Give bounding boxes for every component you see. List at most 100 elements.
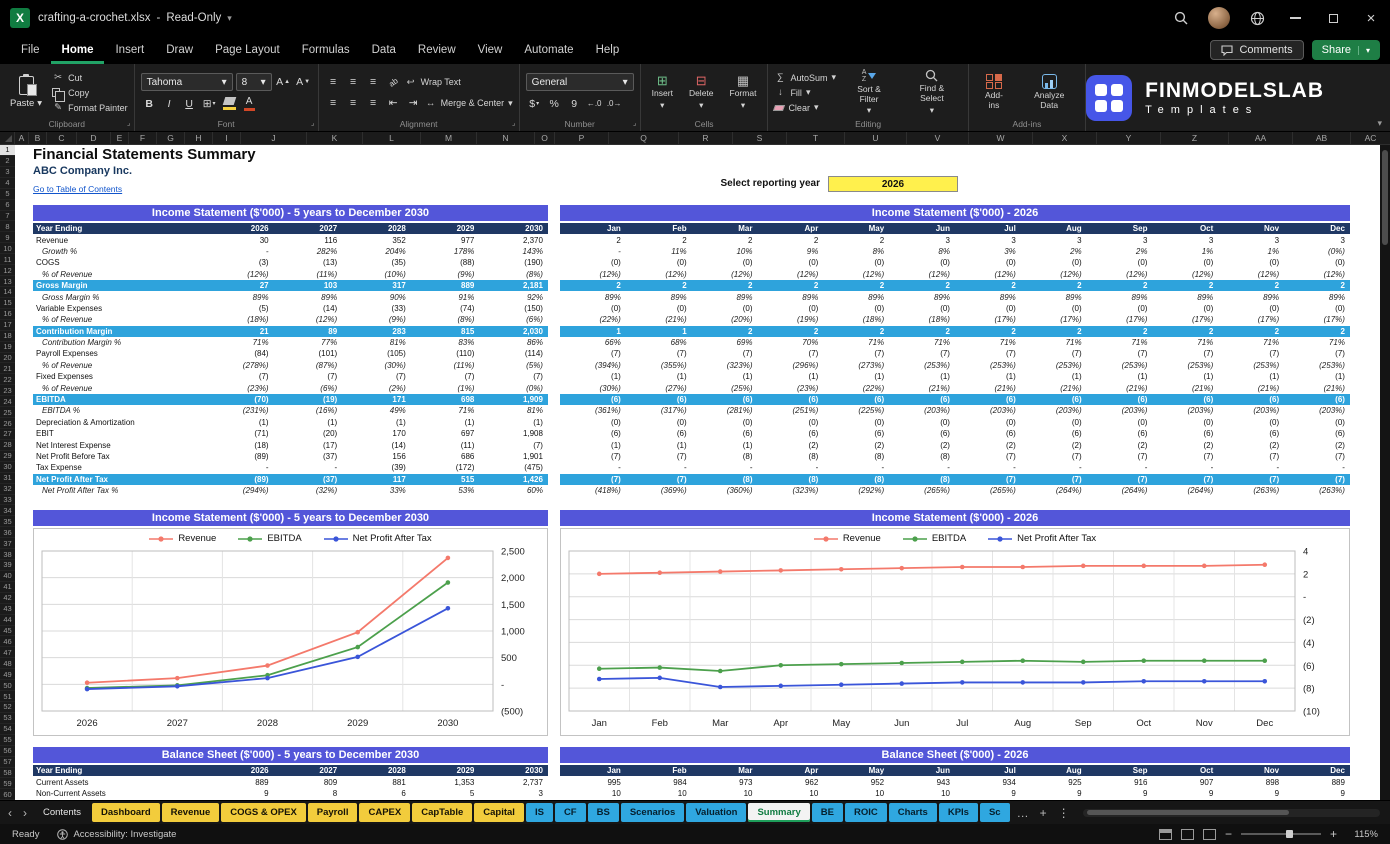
cell[interactable]: (1) [757,372,823,381]
cell[interactable]: 977 [411,236,480,245]
cell[interactable]: (1%) [411,384,480,393]
row-header-54[interactable]: 54 [0,724,15,735]
cell[interactable]: (21%) [1284,384,1350,393]
sheet-tab-valuation[interactable]: Valuation [686,803,747,822]
cell[interactable]: Current Assets [33,778,205,787]
menu-item-review[interactable]: Review [407,36,467,64]
cell[interactable]: May [823,766,889,775]
cell[interactable]: (16%) [274,406,343,415]
cell[interactable]: Gross Margin [33,281,205,290]
cell[interactable]: (2) [1021,441,1087,450]
analyze-data-button[interactable]: Analyze Data [1019,74,1079,111]
share-dropdown-icon[interactable]: ▾ [1357,45,1370,55]
cell[interactable]: (6) [1021,429,1087,438]
cell[interactable]: 2 [1218,327,1284,336]
cell[interactable]: (0) [692,418,758,427]
cell[interactable]: (0) [560,258,626,267]
cell[interactable]: (17) [274,441,343,450]
cell[interactable]: (7) [1087,452,1153,461]
cell[interactable]: (6) [626,429,692,438]
cell[interactable]: (12%) [205,270,274,279]
cell[interactable]: (203%) [955,406,1021,415]
cell[interactable]: Nov [1218,766,1284,775]
cell[interactable]: 283 [342,327,411,336]
cell[interactable]: (114) [479,349,548,358]
cell[interactable]: - [1021,463,1087,472]
cell[interactable]: 698 [411,395,480,404]
cell[interactable]: 71% [205,338,274,347]
cell[interactable]: (6) [955,395,1021,404]
cell[interactable]: Jun [889,224,955,233]
align-bottom-button[interactable]: ≡ [365,74,382,91]
percent-style-button[interactable]: % [546,95,563,112]
row-header-31[interactable]: 31 [0,473,15,484]
row-header-40[interactable]: 40 [0,571,15,582]
cell[interactable]: 89% [955,293,1021,302]
column-header-ab[interactable]: AB [1293,132,1351,144]
cell[interactable]: 809 [274,778,343,787]
number-format-dropdown-icon[interactable]: ▾ [623,77,628,88]
cell[interactable]: (1) [1021,372,1087,381]
cell[interactable]: (7) [342,372,411,381]
cell[interactable]: (6) [560,429,626,438]
cell[interactable]: (2) [889,441,955,450]
cell[interactable]: (12%) [1152,270,1218,279]
column-header-e[interactable]: E [111,132,129,144]
cell[interactable]: (0) [1021,304,1087,313]
cell[interactable]: 1,901 [479,452,548,461]
cell[interactable]: 92% [479,293,548,302]
cell[interactable]: (21%) [1087,384,1153,393]
cell[interactable]: (7) [757,349,823,358]
cell[interactable]: (23%) [757,384,823,393]
cell[interactable]: (203%) [1152,406,1218,415]
cell[interactable]: (3) [205,258,274,267]
row-header-46[interactable]: 46 [0,636,15,648]
cell[interactable]: (0) [1087,304,1153,313]
cell[interactable]: (7) [1284,475,1350,484]
cell[interactable]: (21%) [1152,384,1218,393]
zoom-slider[interactable] [1240,830,1321,838]
cell[interactable]: (12%) [274,315,343,324]
cell[interactable]: (253%) [1087,361,1153,370]
cell[interactable]: (17%) [955,315,1021,324]
cell[interactable]: (7) [560,452,626,461]
cell[interactable]: Year Ending [33,766,205,775]
row-header-7[interactable]: 7 [0,211,15,222]
cell[interactable]: 1,426 [479,475,548,484]
cell[interactable]: Non-Current Assets [33,789,205,798]
cell[interactable]: 2 [889,327,955,336]
column-header-y[interactable]: Y [1097,132,1161,144]
wrap-text-button[interactable]: ↩ Wrap Text [405,75,461,89]
cell[interactable]: 3 [955,236,1021,245]
comments-button[interactable]: Comments [1210,40,1304,60]
row-header-14[interactable]: 14 [0,287,15,298]
cell[interactable]: 282% [274,247,343,256]
cell[interactable]: - [1218,463,1284,472]
row-header-2[interactable]: 2 [0,156,15,167]
cell[interactable]: (253%) [955,361,1021,370]
cell[interactable]: Oct [1152,766,1218,775]
cell[interactable]: (2) [1218,441,1284,450]
cell[interactable]: 995 [560,778,626,787]
cell[interactable]: (12%) [823,270,889,279]
row-header-44[interactable]: 44 [0,615,15,626]
cell[interactable]: (22%) [823,384,889,393]
row-header-25[interactable]: 25 [0,407,15,419]
cell[interactable]: 2% [1021,247,1087,256]
cell[interactable]: (263%) [1284,486,1350,495]
cell[interactable]: (7) [1218,475,1284,484]
cell[interactable]: 71% [823,338,889,347]
cell[interactable]: 3% [955,247,1021,256]
cell[interactable]: (278%) [205,361,274,370]
row-header-34[interactable]: 34 [0,505,15,517]
cell[interactable]: (0) [757,258,823,267]
cell[interactable]: (6%) [479,315,548,324]
decrease-font-size-button[interactable]: A ▼ [295,74,312,91]
column-header-z[interactable]: Z [1161,132,1229,144]
cell[interactable]: 1,908 [479,429,548,438]
autosum-dropdown-icon[interactable]: ▾ [831,72,836,83]
decrease-indent-button[interactable]: ⇤ [385,95,402,112]
cell[interactable]: (14) [274,304,343,313]
cell[interactable]: (18%) [205,315,274,324]
cell[interactable]: (355%) [626,361,692,370]
